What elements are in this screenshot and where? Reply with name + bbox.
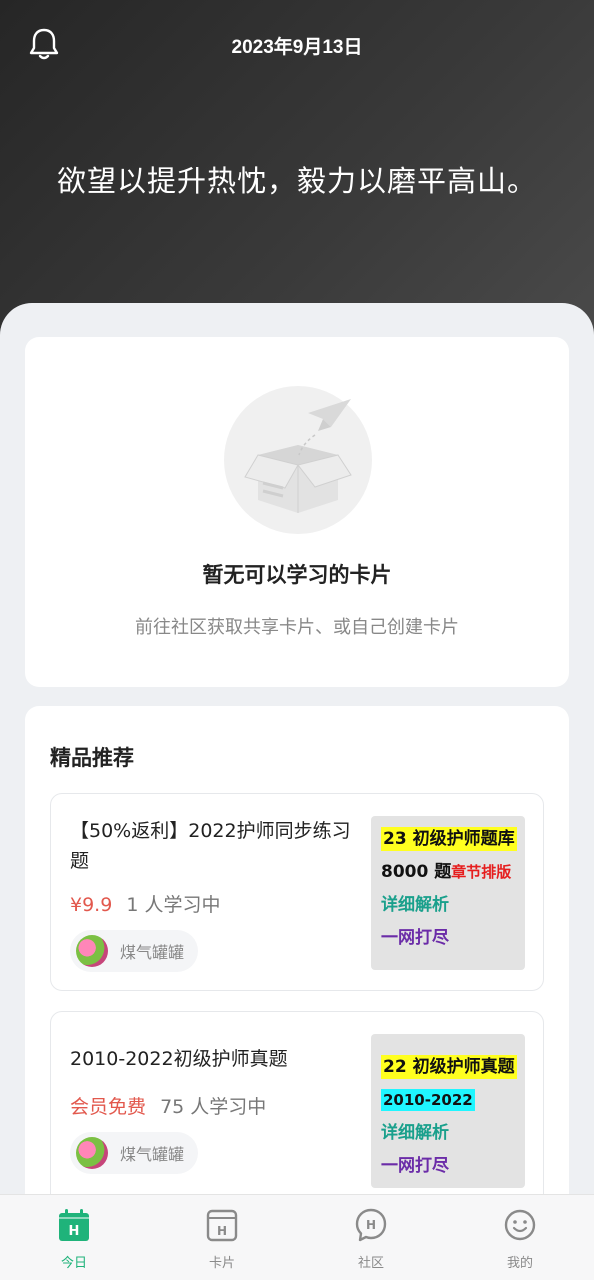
course-title: 【50%返利】2022护师同步练习题 bbox=[70, 820, 351, 872]
svg-text:H: H bbox=[217, 1224, 227, 1238]
svg-text:H: H bbox=[69, 1224, 80, 1239]
tab-community[interactable]: H 社区 bbox=[311, 1195, 431, 1280]
avatar bbox=[76, 1137, 108, 1169]
author-name: 煤气罐罐 bbox=[120, 943, 185, 962]
date-label: 2023年9月13日 bbox=[231, 37, 363, 58]
tab-label: 卡片 bbox=[208, 1256, 235, 1271]
course-cover: 23 初级护师题库 8000 题章节排版 详细解析 一网打尽 bbox=[371, 816, 525, 970]
price-row: 会员免费 75 人学习中 bbox=[70, 1092, 266, 1119]
tab-profile[interactable]: 我的 bbox=[460, 1195, 580, 1280]
cover-years: 2010-2022 bbox=[381, 1089, 475, 1111]
course-cover: 22 初级护师真题 2010-2022 详细解析 一网打尽 bbox=[371, 1034, 525, 1188]
course-price: 会员免费 bbox=[70, 1096, 147, 1118]
bottom-tab-bar: H 今日 H 卡片 H 社区 我的 bbox=[0, 1194, 594, 1280]
cover-line-analysis: 详细解析 bbox=[381, 1123, 449, 1143]
cover-tag: 章节排版 bbox=[451, 863, 512, 881]
price-row: ¥9.9 1 人学习中 bbox=[70, 890, 221, 917]
tab-today[interactable]: H 今日 bbox=[14, 1195, 134, 1280]
author-chip[interactable]: 煤气罐罐 bbox=[70, 930, 199, 972]
cover-count: 8000 题 bbox=[381, 862, 452, 882]
calendar-icon: H bbox=[59, 1209, 89, 1241]
course-card[interactable]: 2010-2022初级护师真题 会员免费 75 人学习中 煤气罐罐 22 初级护… bbox=[50, 1011, 544, 1209]
cover-headline: 22 初级护师真题 bbox=[381, 1055, 517, 1079]
tab-label: 今日 bbox=[60, 1256, 87, 1271]
author-name: 煤气罐罐 bbox=[120, 1145, 185, 1164]
learner-count: 75 人学习中 bbox=[160, 1096, 267, 1118]
tab-label: 我的 bbox=[506, 1256, 533, 1271]
chat-bubble-icon: H bbox=[355, 1208, 387, 1242]
cover-line-slogan: 一网打尽 bbox=[381, 1156, 449, 1176]
empty-state-subtitle: 前往社区获取共享卡片、或自己创建卡片 bbox=[135, 617, 459, 638]
cover-headline: 23 初级护师题库 bbox=[381, 827, 517, 851]
course-price: ¥9.9 bbox=[70, 894, 113, 916]
cover-line-analysis: 详细解析 bbox=[381, 895, 449, 915]
empty-box-illustration bbox=[224, 386, 372, 534]
tab-cards[interactable]: H 卡片 bbox=[162, 1195, 282, 1280]
header-banner: 2023年9月13日 欲望以提升热忱，毅力以磨平高山。 bbox=[0, 0, 594, 340]
recommend-section: 精品推荐 【50%返利】2022护师同步练习题 ¥9.9 1 人学习中 煤气罐罐… bbox=[25, 706, 569, 1226]
smiley-icon bbox=[504, 1209, 536, 1241]
avatar bbox=[76, 935, 108, 967]
learner-count: 1 人学习中 bbox=[126, 894, 221, 916]
author-chip[interactable]: 煤气罐罐 bbox=[70, 1132, 199, 1174]
cover-line-slogan: 一网打尽 bbox=[381, 928, 449, 948]
card-box-icon: H bbox=[206, 1209, 238, 1242]
empty-state-card: 暂无可以学习的卡片 前往社区获取共享卡片、或自己创建卡片 bbox=[25, 337, 569, 687]
motto-quote: 欲望以提升热忱，毅力以磨平高山。 bbox=[56, 164, 537, 198]
svg-text:H: H bbox=[366, 1218, 376, 1232]
course-title: 2010-2022初级护师真题 bbox=[70, 1048, 288, 1070]
course-card[interactable]: 【50%返利】2022护师同步练习题 ¥9.9 1 人学习中 煤气罐罐 23 初… bbox=[50, 793, 544, 991]
section-title: 精品推荐 bbox=[50, 746, 134, 770]
empty-state-title: 暂无可以学习的卡片 bbox=[202, 563, 392, 587]
tab-label: 社区 bbox=[357, 1256, 384, 1271]
